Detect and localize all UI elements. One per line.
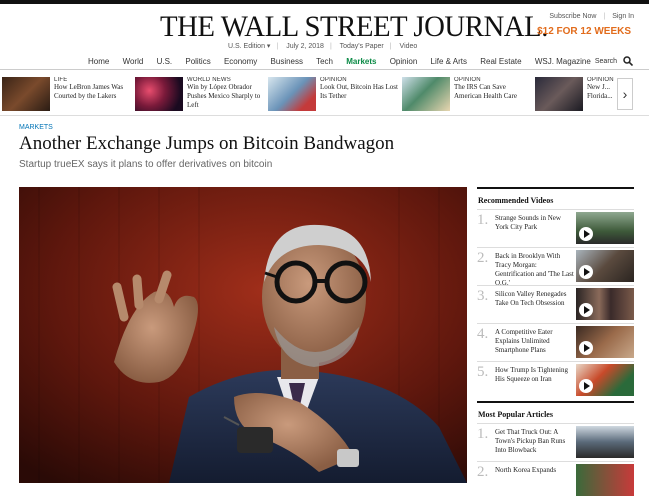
nav-item-economy[interactable]: Economy [224, 57, 257, 66]
item-number: 1. [477, 426, 489, 442]
play-icon [579, 341, 593, 355]
carousel-card[interactable]: WORLD NEWS Win by López Obrador Pushes Me… [135, 77, 267, 111]
video-thumbnail [576, 212, 634, 244]
card-title: New J... Florida... [587, 83, 613, 100]
item-number: 1. [477, 212, 489, 228]
nav-item-life-arts[interactable]: Life & Arts [431, 57, 467, 66]
carousel-next-button[interactable]: › [617, 78, 633, 110]
popular-article-item[interactable]: 2. North Korea Expands [477, 461, 634, 499]
article-title: North Korea Expands [495, 466, 557, 474]
item-number: 3. [477, 288, 489, 304]
item-number: 2. [477, 464, 489, 480]
masthead-subnav: U.S. Edition ▾ | July 2, 2018 | Today's Pa… [228, 43, 418, 50]
nav-item-opinion[interactable]: Opinion [390, 57, 418, 66]
search-label: Search [594, 57, 618, 65]
play-icon [579, 227, 593, 241]
article-title: Get That Truck Out: A Town's Pickup Ban … [495, 428, 566, 454]
video-title: Strange Sounds in New York City Park [495, 214, 561, 231]
masthead: THE WALL STREET JOURNAL. U.S. Edition ▾ |… [0, 4, 649, 54]
video-item[interactable]: 4. A Competitive Eater Explains Unlimite… [477, 323, 634, 361]
video-title: A Competitive Eater Explains Unlimited S… [495, 328, 553, 354]
subscribe-link[interactable]: Subscribe Now [549, 13, 596, 20]
nav-item-wsj-magazine[interactable]: WSJ. Magazine [535, 57, 591, 66]
signin-link[interactable]: Sign In [612, 13, 634, 20]
video-link[interactable]: Video [400, 43, 418, 50]
play-icon [579, 379, 593, 393]
video-item[interactable]: 2. Back in Brooklyn With Tracy Morgan: G… [477, 247, 634, 287]
article-dek: Startup trueEX says it plans to offer de… [19, 159, 273, 170]
item-number: 2. [477, 250, 489, 266]
nav-item-us[interactable]: U.S. [157, 57, 173, 66]
carousel-card[interactable]: OPINION Look Out, Bitcoin Has Lost Its Te… [268, 77, 400, 111]
play-icon [579, 265, 593, 279]
video-thumbnail [576, 364, 634, 396]
wsj-logo[interactable]: THE WALL STREET JOURNAL. [160, 10, 548, 44]
video-thumbnail [576, 250, 634, 282]
carousel-card[interactable]: OPINION New J... Florida... [535, 77, 615, 111]
video-title: How Trump Is Tightening His Squeeze on I… [495, 366, 568, 383]
card-title: How LeBron James Was Courted by the Lake… [54, 83, 124, 100]
video-title: Silicon Valley Renegades Take On Tech Ob… [495, 290, 567, 307]
carousel-card[interactable]: LIFE How LeBron James Was Courted by the … [2, 77, 134, 111]
date-label: July 2, 2018 [286, 43, 324, 50]
card-thumbnail [2, 77, 50, 111]
section-label[interactable]: MARKETS [19, 124, 53, 131]
video-thumbnail [576, 288, 634, 320]
right-rail: Recommended Videos 1. Strange Sounds in … [477, 187, 634, 496]
todays-paper-link[interactable]: Today's Paper [340, 43, 384, 50]
card-title: The IRS Can Save American Health Care [454, 83, 517, 100]
article-thumbnail [576, 426, 634, 458]
article-hero-image [19, 187, 467, 483]
carousel-card[interactable]: OPINION The IRS Can Save American Health … [402, 77, 534, 111]
item-number: 4. [477, 326, 489, 342]
recommended-videos-title: Recommended Videos [478, 196, 554, 205]
video-item[interactable]: 5. How Trump Is Tightening His Squeeze o… [477, 361, 634, 399]
nav-item-markets[interactable]: Markets [346, 57, 376, 66]
nav-item-politics[interactable]: Politics [185, 57, 210, 66]
card-thumbnail [268, 77, 316, 111]
subscription-promo[interactable]: $12 FOR 12 WEEKS [537, 26, 631, 37]
video-title: Back in Brooklyn With Tracy Morgan: Gent… [495, 252, 574, 287]
video-item[interactable]: 1. Strange Sounds in New York City Park [477, 209, 634, 247]
headline-carousel: LIFE How LeBron James Was Courted by the … [0, 72, 649, 116]
nav-item-world[interactable]: World [123, 57, 144, 66]
nav-item-real-estate[interactable]: Real Estate [480, 57, 521, 66]
video-item[interactable]: 3. Silicon Valley Renegades Take On Tech… [477, 285, 634, 323]
chevron-right-icon: › [622, 86, 628, 102]
card-title: Look Out, Bitcoin Has Lost Its Tether [320, 83, 398, 100]
card-title: Win by López Obrador Pushes Mexico Sharp… [187, 83, 261, 109]
main-nav: Home World U.S. Politics Economy Busines… [0, 54, 649, 70]
article-headline: Another Exchange Jumps on Bitcoin Bandwa… [19, 133, 395, 154]
most-popular-title: Most Popular Articles [478, 410, 553, 419]
account-links: Subscribe Now | Sign In [549, 13, 634, 20]
popular-article-item[interactable]: 1. Get That Truck Out: A Town's Pickup B… [477, 423, 634, 461]
search-icon [623, 56, 634, 67]
nav-item-tech[interactable]: Tech [316, 57, 333, 66]
card-thumbnail [535, 77, 583, 111]
card-thumbnail [135, 77, 183, 111]
edition-selector[interactable]: U.S. Edition ▾ [228, 43, 270, 50]
nav-item-home[interactable]: Home [88, 57, 109, 66]
article-thumbnail [576, 464, 634, 496]
card-thumbnail [402, 77, 450, 111]
hero-photo [19, 187, 467, 483]
search-button[interactable]: Search [594, 56, 634, 67]
nav-item-business[interactable]: Business [271, 57, 303, 66]
video-thumbnail [576, 326, 634, 358]
play-icon [579, 303, 593, 317]
item-number: 5. [477, 364, 489, 380]
